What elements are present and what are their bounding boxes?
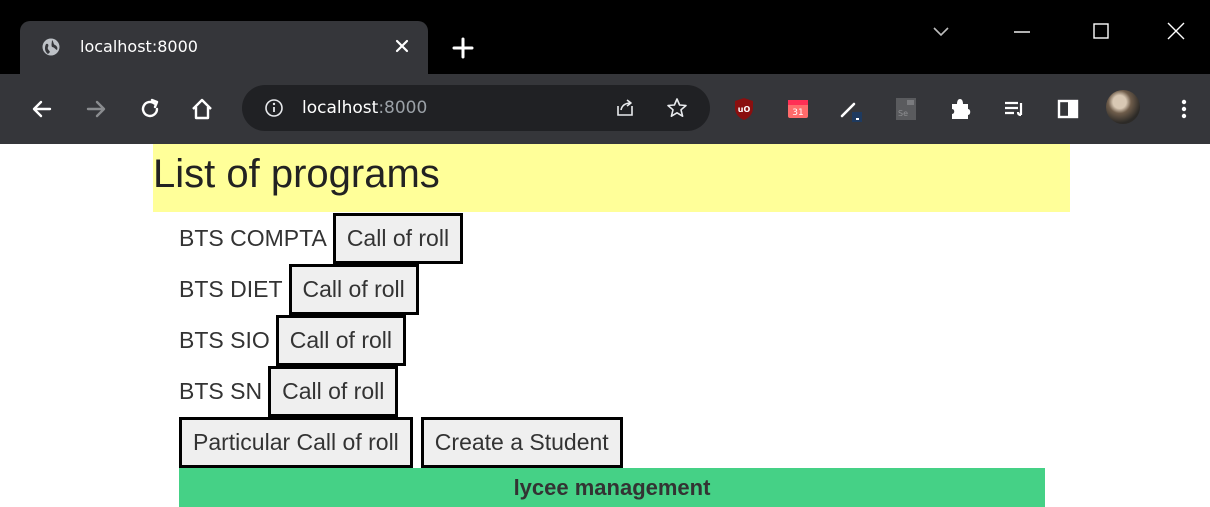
window-close-icon[interactable] [1165,20,1187,42]
particular-call-of-roll-button[interactable]: Particular Call of roll [179,417,413,468]
color-picker-icon[interactable] [838,96,862,122]
profile-avatar[interactable] [1106,90,1140,124]
tab-strip: localhost:8000 [0,0,1210,77]
page-footer: lycee management [179,468,1045,507]
program-name: BTS COMPTA [179,225,327,251]
call-of-roll-button[interactable]: Call of roll [275,315,407,366]
svg-text:31: 31 [792,108,803,118]
create-student-button[interactable]: Create a Student [420,417,623,468]
tab-title: localhost:8000 [80,37,198,56]
url-text[interactable]: localhost:8000 [302,98,427,118]
page-header: List of programs [153,144,1070,212]
calendar-extension-icon[interactable]: 31 [786,96,810,122]
reading-list-icon[interactable] [1002,96,1026,122]
actions-row: Particular Call of roll Create a Student [179,417,623,468]
svg-text:Se: Se [898,109,908,118]
program-row: BTS SN Call of roll [179,366,463,417]
info-icon[interactable] [264,98,284,118]
program-name: BTS SN [179,378,263,404]
selenium-ide-icon[interactable]: Se [894,96,918,122]
address-bar[interactable]: localhost:8000 [242,85,710,131]
kebab-menu-icon[interactable] [1172,96,1196,122]
star-icon[interactable] [666,97,688,119]
call-of-roll-button[interactable]: Call of roll [268,366,399,417]
puzzle-icon[interactable] [948,96,972,122]
share-icon[interactable] [614,97,636,119]
ublock-icon[interactable]: uO [732,96,756,122]
browser-toolbar: localhost:8000 uO 31 Se [0,74,1210,144]
program-row: BTS DIET Call of roll [179,264,463,315]
program-name: BTS DIET [179,276,283,302]
maximize-icon[interactable] [1090,20,1112,42]
reload-icon[interactable] [138,97,162,121]
forward-arrow-icon[interactable] [84,97,108,121]
close-icon[interactable] [394,38,410,54]
program-list: BTS COMPTA Call of roll BTS DIET Call of… [179,213,464,417]
browser-tab[interactable]: localhost:8000 [20,21,428,77]
svg-text:uO: uO [738,105,751,114]
program-row: BTS COMPTA Call of roll [179,213,464,264]
url-host: localhost [302,98,379,118]
call-of-roll-button[interactable]: Call of roll [288,264,419,315]
page-title: List of programs [153,152,440,196]
back-arrow-icon[interactable] [30,97,54,121]
minimize-icon[interactable] [1011,20,1033,42]
chevron-down-icon[interactable] [930,20,952,42]
globe-icon [42,38,60,56]
program-row: BTS SIO Call of roll [179,315,463,366]
home-icon[interactable] [190,97,214,121]
plus-icon[interactable] [452,37,474,59]
page-content: List of programs BTS COMPTA Call of roll… [0,144,1210,507]
program-name: BTS SIO [179,327,270,353]
url-port: :8000 [378,98,428,118]
side-panel-icon[interactable] [1056,96,1080,122]
call-of-roll-button[interactable]: Call of roll [332,213,464,264]
